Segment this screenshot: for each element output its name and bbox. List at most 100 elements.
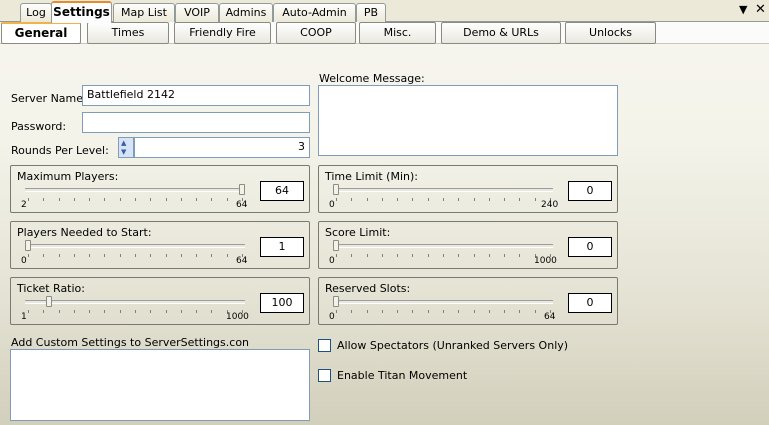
tab-log[interactable]: Log <box>20 3 52 22</box>
tab-auto-admin[interactable]: Auto-Admin <box>273 3 356 22</box>
slider-tick <box>58 310 60 313</box>
slider-tick <box>226 254 228 257</box>
slider-tick <box>366 310 368 313</box>
slider-tick <box>519 254 521 257</box>
slider-track <box>25 188 245 192</box>
dropdown-menu-icon[interactable]: ▼ <box>739 3 747 16</box>
slider-tick <box>211 310 213 313</box>
welcome-message-textarea[interactable] <box>318 85 618 156</box>
slider-tick <box>504 310 506 313</box>
allow-spectators-label[interactable]: Allow Spectators (Unranked Servers Only) <box>337 339 568 352</box>
close-icon[interactable]: ✕ <box>755 3 766 17</box>
slider-tick <box>119 198 121 201</box>
slider-min-label: 2 <box>21 200 27 210</box>
slider-tick <box>150 254 152 257</box>
server-name-label: Server Name: <box>11 92 87 105</box>
slider-tick <box>458 254 460 257</box>
slider-tick <box>412 198 414 201</box>
slider-thumb[interactable] <box>46 296 53 307</box>
tab-pb[interactable]: PB <box>356 3 386 22</box>
slider-min-label: 0 <box>329 312 335 322</box>
slider-tick <box>397 198 399 201</box>
tab-strip: Log Settings Map List VOIP Admins Auto-A… <box>0 0 769 23</box>
slider-tick <box>180 310 182 313</box>
slider-title: Score Limit: <box>325 226 391 239</box>
slider-tick <box>73 254 75 257</box>
slider-tick <box>58 198 60 201</box>
server-name-input[interactable]: Battlefield 2142 <box>82 85 310 106</box>
subtab-label: Demo & URLs <box>463 26 539 39</box>
spin-down-icon[interactable]: ▼ <box>121 148 126 156</box>
password-input[interactable] <box>82 112 310 133</box>
titan-movement-label[interactable]: Enable Titan Movement <box>337 369 467 382</box>
tab-settings[interactable]: Settings <box>51 1 112 23</box>
tab-voip[interactable]: VOIP <box>175 3 219 22</box>
slider-value-input[interactable]: 0 <box>568 181 612 201</box>
slider-tick <box>458 198 460 201</box>
subtab-times[interactable]: Times <box>87 22 169 44</box>
slider-tick <box>43 310 45 313</box>
slider-tick <box>211 254 213 257</box>
allow-spectators-checkbox[interactable] <box>318 339 331 352</box>
spin-up-icon[interactable]: ▲ <box>121 139 126 147</box>
slider-tick <box>119 310 121 313</box>
slider-tick <box>165 254 167 257</box>
slider-tick <box>381 254 383 257</box>
slider-tick <box>73 198 75 201</box>
slider-tick <box>397 254 399 257</box>
settings-subtab-bar: General Times Friendly Fire COOP Misc. D… <box>0 22 769 44</box>
slider-tick <box>43 198 45 201</box>
rounds-per-level-input[interactable]: 3 <box>134 137 310 158</box>
slider-max-label: 64 <box>544 312 556 322</box>
slider-min-label: 1 <box>21 312 27 322</box>
slider-tick <box>412 310 414 313</box>
slider-tick <box>473 198 475 201</box>
tab-map-list[interactable]: Map List <box>113 3 175 22</box>
slider-value-input[interactable]: 0 <box>568 237 612 257</box>
slider-thumb[interactable] <box>239 184 245 195</box>
slider-value-input[interactable]: 1 <box>260 237 304 257</box>
slider-value-input[interactable]: 100 <box>260 293 304 313</box>
max-players-group: Maximum Players: 2 64 64 <box>10 165 310 213</box>
subtab-demo-urls[interactable]: Demo & URLs <box>441 22 561 44</box>
slider-tick <box>488 198 490 201</box>
slider-tick <box>336 310 337 313</box>
slider-tick <box>196 254 198 257</box>
slider-tick <box>211 198 213 201</box>
titan-movement-checkbox[interactable] <box>318 369 331 382</box>
custom-settings-textarea[interactable] <box>10 349 310 421</box>
slider-title: Ticket Ratio: <box>17 282 85 295</box>
subtab-unlocks[interactable]: Unlocks <box>565 22 656 44</box>
slider-tick <box>488 310 490 313</box>
tab-admins[interactable]: Admins <box>219 3 273 22</box>
slider-track <box>333 188 553 192</box>
slider-max-label: 64 <box>236 200 248 210</box>
rounds-spinner-buttons[interactable]: ▲ ▼ <box>118 137 134 158</box>
subtab-general[interactable]: General <box>1 22 81 44</box>
slider-value-input[interactable]: 64 <box>260 181 304 201</box>
slider-tick <box>443 310 444 313</box>
subtab-coop[interactable]: COOP <box>276 22 356 44</box>
slider-title: Reserved Slots: <box>325 282 411 295</box>
slider-thumb[interactable] <box>333 296 339 307</box>
slider-tick <box>336 254 337 257</box>
slider-min-label: 0 <box>329 200 335 210</box>
slider-tick <box>427 310 429 313</box>
tab-label: Auto-Admin <box>282 6 347 19</box>
slider-thumb[interactable] <box>25 240 31 251</box>
slider-value-input[interactable]: 0 <box>568 293 612 313</box>
slider-track <box>333 300 553 304</box>
subtab-friendly-fire[interactable]: Friendly Fire <box>174 22 271 44</box>
ticket-ratio-group: Ticket Ratio: 1 1000 100 <box>10 277 310 325</box>
slider-thumb[interactable] <box>333 240 339 251</box>
slider-thumb[interactable] <box>333 184 339 195</box>
subtab-label: Unlocks <box>589 26 632 39</box>
slider-tick <box>381 310 383 313</box>
slider-tick <box>196 198 198 201</box>
slider-tick <box>135 254 136 257</box>
subtab-misc[interactable]: Misc. <box>359 22 436 44</box>
slider-tick <box>180 254 182 257</box>
slider-tick <box>443 254 444 257</box>
slider-tick <box>366 198 368 201</box>
slider-tick <box>28 310 29 313</box>
